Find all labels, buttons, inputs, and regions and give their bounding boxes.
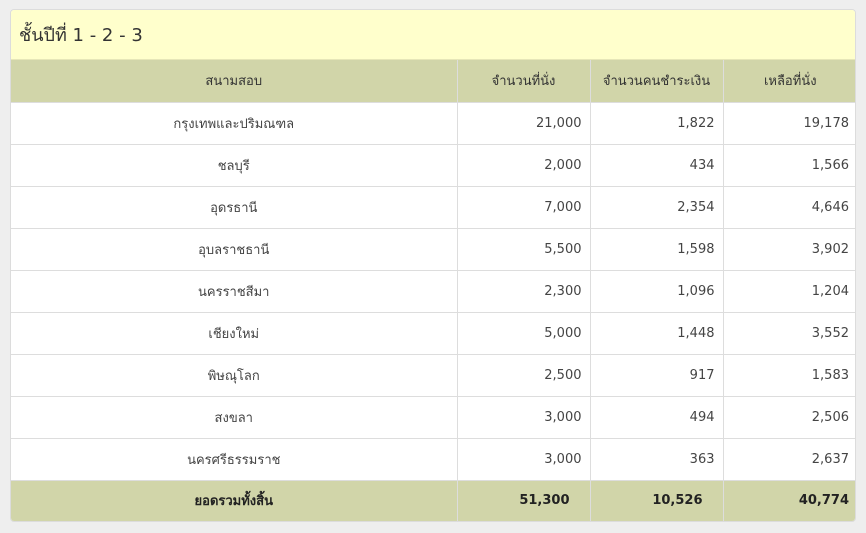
paid-cell: 2,354 [589,185,724,229]
seats-cell: 5,000 [456,311,591,355]
total-paid: 10,526 [589,479,724,521]
venue-cell: สงขลา [11,395,458,439]
remaining-cell: 1,566 [722,143,855,187]
seat-availability-panel: ชั้นปีที่ 1 - 2 - 3 สนามสอบ จำนวนที่นั่ง… [10,9,856,522]
seats-cell: 5,500 [456,227,591,271]
seats-cell: 3,000 [456,395,591,439]
total-label: ยอดรวมทั้งสิ้น [11,479,458,521]
remaining-cell: 2,506 [722,395,855,439]
venue-cell: อุบลราชธานี [11,227,458,271]
table-row: นครราชสีมา 2,300 1,096 1,204 [11,269,855,313]
remaining-cell: 3,902 [722,227,855,271]
seats-cell: 2,000 [456,143,591,187]
paid-cell: 917 [589,353,724,397]
total-seats: 51,300 [456,479,591,521]
venue-cell: เชียงใหม่ [11,311,458,355]
header-remaining: เหลือที่นั่ง [722,60,855,103]
remaining-cell: 3,552 [722,311,855,355]
venue-cell: กรุงเทพและปริมณฑล [11,101,458,145]
table-row: พิษณุโลก 2,500 917 1,583 [11,353,855,397]
paid-cell: 1,448 [589,311,724,355]
remaining-cell: 1,204 [722,269,855,313]
table-row: สงขลา 3,000 494 2,506 [11,395,855,439]
remaining-cell: 1,583 [722,353,855,397]
remaining-cell: 4,646 [722,185,855,229]
venue-cell: ชลบุรี [11,143,458,187]
header-venue: สนามสอบ [11,60,458,103]
header-seats: จำนวนที่นั่ง [456,60,591,103]
seats-cell: 3,000 [456,437,591,481]
header-row: สนามสอบ จำนวนที่นั่ง จำนวนคนชำระเงิน เหล… [11,60,855,103]
header-paid: จำนวนคนชำระเงิน [589,60,724,103]
remaining-cell: 2,637 [722,437,855,481]
table-row: เชียงใหม่ 5,000 1,448 3,552 [11,311,855,355]
remaining-cell: 19,178 [722,101,855,145]
total-remaining: 40,774 [722,479,855,521]
venue-cell: นครศรีธรรมราช [11,437,458,481]
paid-cell: 1,598 [589,227,724,271]
venue-cell: นครราชสีมา [11,269,458,313]
paid-cell: 434 [589,143,724,187]
table-row: อุดรธานี 7,000 2,354 4,646 [11,185,855,229]
paid-cell: 363 [589,437,724,481]
seats-cell: 2,300 [456,269,591,313]
venue-cell: อุดรธานี [11,185,458,229]
paid-cell: 1,822 [589,101,724,145]
table-row: อุบลราชธานี 5,500 1,598 3,902 [11,227,855,271]
venue-cell: พิษณุโลก [11,353,458,397]
seats-cell: 2,500 [456,353,591,397]
table-row: กรุงเทพและปริมณฑล 21,000 1,822 19,178 [11,101,855,145]
table-row: ชลบุรี 2,000 434 1,566 [11,143,855,187]
seat-table: สนามสอบ จำนวนที่นั่ง จำนวนคนชำระเงิน เหล… [11,60,855,521]
table-body: กรุงเทพและปริมณฑล 21,000 1,822 19,178 ชล… [11,101,855,481]
panel-title: ชั้นปีที่ 1 - 2 - 3 [11,10,855,60]
paid-cell: 1,096 [589,269,724,313]
table-footer: ยอดรวมทั้งสิ้น 51,300 10,526 40,774 [11,479,855,521]
table-header: สนามสอบ จำนวนที่นั่ง จำนวนคนชำระเงิน เหล… [11,60,855,103]
seats-cell: 7,000 [456,185,591,229]
table-row: นครศรีธรรมราช 3,000 363 2,637 [11,437,855,481]
seats-cell: 21,000 [456,101,591,145]
total-row: ยอดรวมทั้งสิ้น 51,300 10,526 40,774 [11,479,855,521]
paid-cell: 494 [589,395,724,439]
